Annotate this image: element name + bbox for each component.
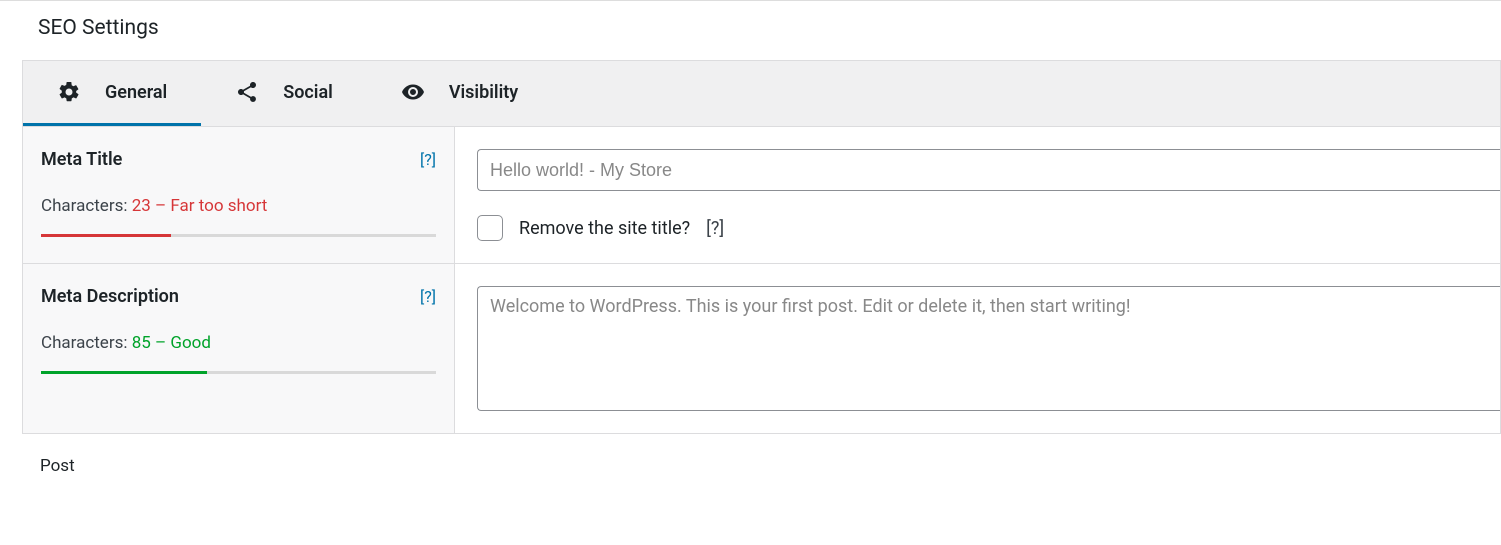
meta-description-char-count: Characters: 85 – Good bbox=[41, 333, 436, 353]
meta-title-char-count: Characters: 23 – Far too short bbox=[41, 196, 436, 216]
section-title: SEO Settings bbox=[0, 1, 1501, 60]
remove-site-title-label: Remove the site title? bbox=[519, 218, 690, 239]
gear-icon bbox=[57, 80, 81, 104]
tab-label: General bbox=[105, 82, 167, 103]
chars-rating: 85 – Good bbox=[132, 333, 211, 353]
help-icon[interactable]: [?] bbox=[420, 150, 436, 169]
meta-description-label: Meta Description bbox=[41, 286, 179, 307]
chars-prefix: Characters: bbox=[41, 333, 132, 353]
meta-title-input[interactable] bbox=[477, 149, 1500, 191]
help-icon[interactable]: [?] bbox=[420, 287, 436, 306]
meta-title-row: Meta Title [?] Characters: 23 – Far too … bbox=[23, 127, 1500, 264]
share-icon bbox=[235, 80, 259, 104]
meta-description-input[interactable] bbox=[477, 286, 1500, 411]
progress-fill bbox=[41, 234, 171, 237]
meta-title-progress bbox=[41, 234, 436, 237]
chars-rating: 23 – Far too short bbox=[132, 196, 268, 216]
tab-label: Visibility bbox=[449, 82, 518, 103]
meta-description-progress bbox=[41, 371, 436, 374]
help-icon[interactable]: [?] bbox=[706, 218, 724, 239]
seo-metabox: General Social Visibility Meta Title [?] bbox=[22, 60, 1501, 434]
remove-site-title-checkbox[interactable] bbox=[477, 215, 503, 241]
tab-label: Social bbox=[283, 82, 333, 103]
tab-bar: General Social Visibility bbox=[23, 61, 1500, 127]
progress-fill bbox=[41, 371, 207, 374]
tab-social[interactable]: Social bbox=[201, 61, 367, 126]
meta-title-label: Meta Title bbox=[41, 149, 122, 170]
post-label: Post bbox=[0, 434, 1501, 476]
chars-prefix: Characters: bbox=[41, 196, 132, 216]
meta-description-row: Meta Description [?] Characters: 85 – Go… bbox=[23, 264, 1500, 433]
eye-icon bbox=[401, 80, 425, 104]
tab-visibility[interactable]: Visibility bbox=[367, 61, 552, 126]
tab-general[interactable]: General bbox=[23, 61, 201, 126]
